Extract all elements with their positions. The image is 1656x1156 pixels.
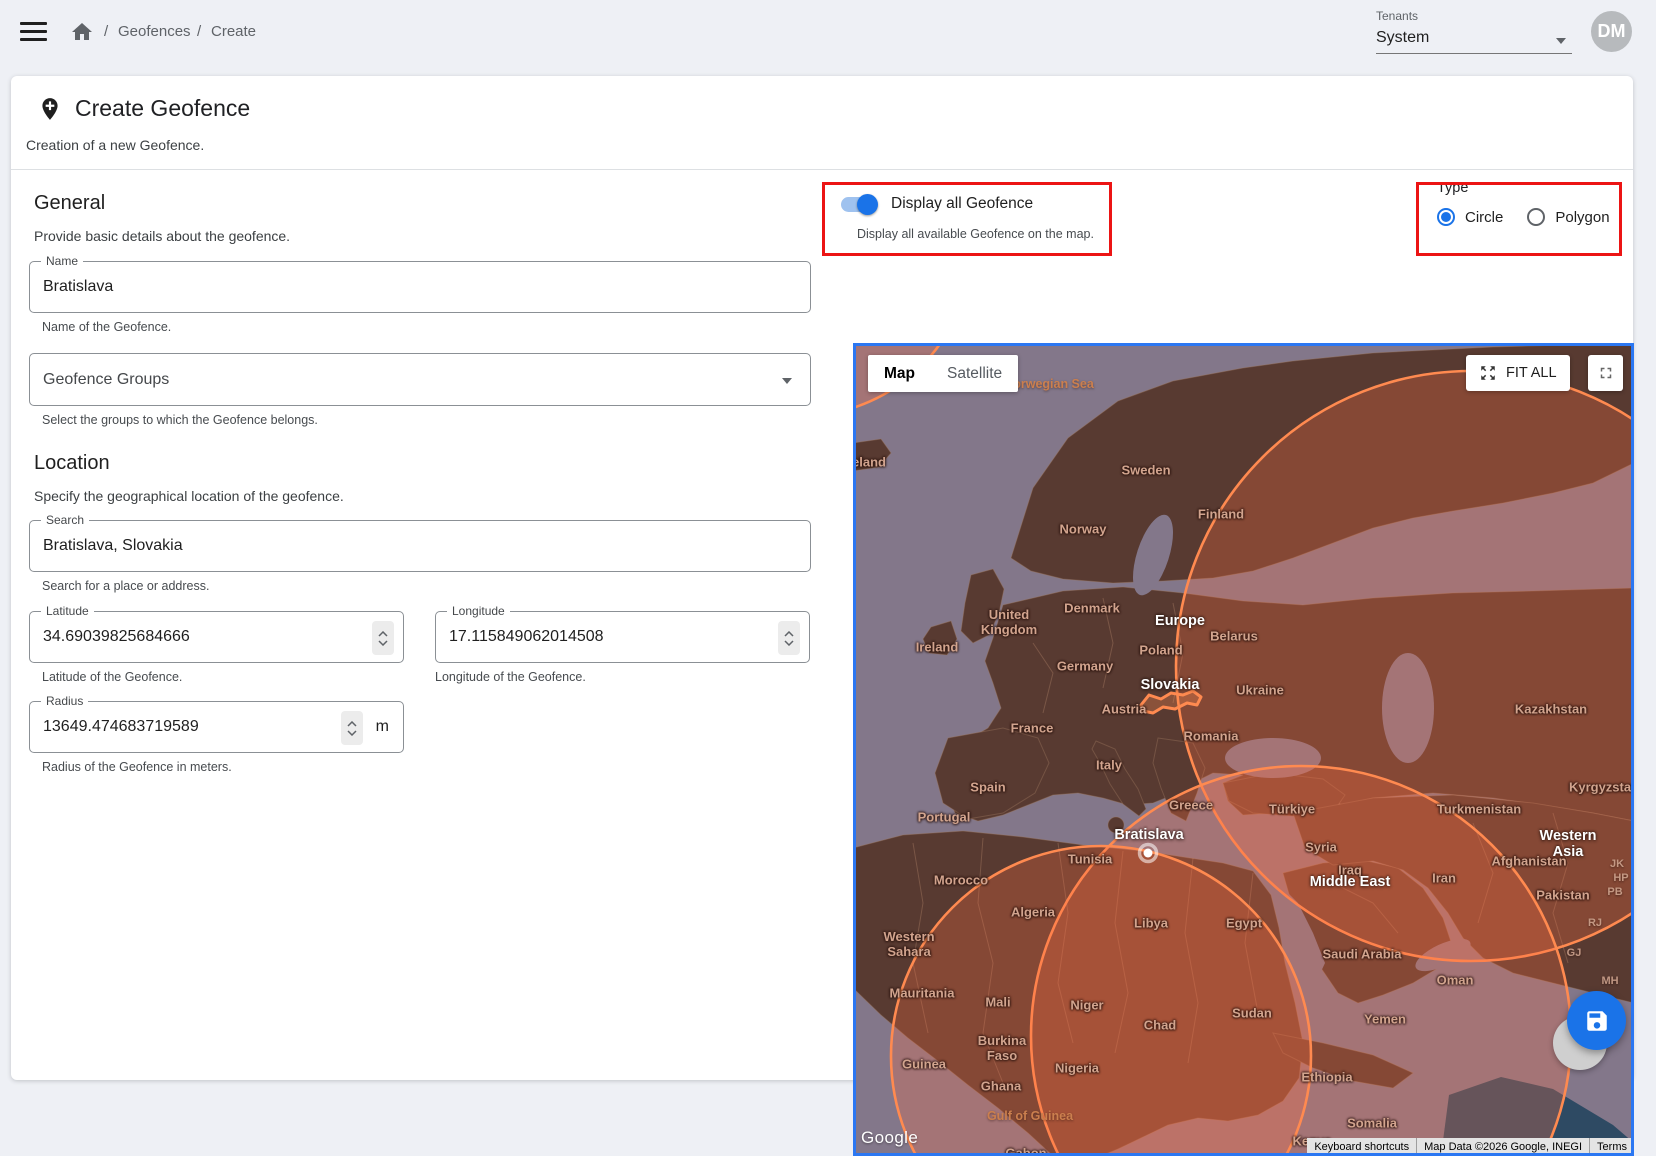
breadcrumb-separator: /: [104, 23, 108, 40]
page-subtitle: Creation of a new Geofence.: [26, 137, 204, 153]
radio-icon: [1437, 208, 1455, 226]
radio-polygon[interactable]: Polygon: [1527, 208, 1609, 226]
radius-helper: Radius of the Geofence in meters.: [42, 760, 811, 774]
search-helper: Search for a place or address.: [42, 579, 811, 593]
search-field[interactable]: Search Bratislava, Slovakia: [29, 520, 811, 572]
radius-field-label: Radius: [41, 694, 88, 708]
number-stepper[interactable]: [341, 711, 363, 745]
breadcrumb-create: Create: [211, 23, 256, 40]
save-icon: [1584, 1008, 1610, 1034]
dropdown-caret-icon: [782, 378, 792, 384]
terms-link[interactable]: Terms: [1589, 1138, 1634, 1156]
number-stepper[interactable]: [778, 621, 800, 655]
latitude-helper: Latitude of the Geofence.: [29, 670, 435, 684]
map-tab[interactable]: Map: [868, 355, 931, 392]
tenant-value: System: [1376, 29, 1429, 47]
geofence-layer: [853, 343, 1634, 1156]
general-heading: General: [34, 192, 811, 215]
latitude-field[interactable]: Latitude 34.69039825684666: [29, 611, 404, 663]
longitude-helper: Longitude of the Geofence.: [435, 670, 586, 684]
radio-icon: [1527, 208, 1545, 226]
add-location-icon: [37, 96, 63, 122]
map-data-text: Map Data ©2026 Google, INEGI: [1416, 1138, 1589, 1156]
geofence-groups-placeholder: Geofence Groups: [43, 371, 169, 389]
longitude-field-label: Longitude: [447, 604, 510, 618]
radius-field[interactable]: Radius 13649.474683719589 m: [29, 701, 404, 753]
google-logo[interactable]: Google: [861, 1128, 918, 1148]
breadcrumb-separator: /: [197, 23, 201, 40]
latitude-field-value: 34.69039825684666: [43, 628, 190, 646]
name-field-value: Bratislava: [43, 278, 113, 296]
page-title: Create Geofence: [75, 95, 250, 122]
longitude-field[interactable]: Longitude 17.115849062014508: [435, 611, 810, 663]
number-stepper[interactable]: [372, 621, 394, 655]
fit-all-button[interactable]: FIT ALL: [1466, 355, 1570, 391]
keyboard-shortcuts-link[interactable]: Keyboard shortcuts: [1307, 1138, 1416, 1156]
type-block: Type Circle Polygon: [1437, 180, 1610, 226]
map-attribution: Keyboard shortcuts Map Data ©2026 Google…: [1307, 1138, 1634, 1156]
location-heading: Location: [34, 452, 811, 475]
fullscreen-icon: [1597, 364, 1615, 382]
avatar[interactable]: DM: [1591, 11, 1632, 52]
display-all-toggle[interactable]: [841, 197, 877, 212]
home-icon[interactable]: [70, 20, 94, 44]
radio-polygon-label: Polygon: [1555, 209, 1609, 226]
map-type-control: Map Satellite: [868, 355, 1018, 392]
name-field-label: Name: [41, 254, 83, 268]
general-description: Provide basic details about the geofence…: [34, 228, 811, 244]
groups-helper: Select the groups to which the Geofence …: [42, 413, 811, 427]
display-all-helper: Display all available Geofence on the ma…: [857, 227, 1119, 241]
breadcrumb-geofences[interactable]: Geofences: [118, 23, 191, 40]
location-description: Specify the geographical location of the…: [34, 488, 811, 504]
name-helper: Name of the Geofence.: [42, 320, 811, 334]
save-fab[interactable]: [1567, 991, 1626, 1050]
radius-field-value: 13649.474683719589: [43, 718, 199, 736]
tenants-label: Tenants: [1376, 9, 1418, 23]
map-canvas[interactable]: Norwegian SeaelandSwedenFinlandNorwayDen…: [853, 343, 1634, 1156]
satellite-tab[interactable]: Satellite: [931, 355, 1018, 392]
type-label: Type: [1437, 180, 1610, 196]
radio-circle-label: Circle: [1465, 209, 1503, 226]
display-all-label: Display all Geofence: [891, 195, 1033, 213]
radius-unit: m: [376, 718, 389, 736]
create-geofence-card: Create Geofence Creation of a new Geofen…: [11, 76, 1633, 1080]
zoom-out-map-icon: [1479, 364, 1497, 382]
latitude-field-label: Latitude: [41, 604, 94, 618]
display-all-block: Display all Geofence Display all availab…: [827, 182, 1119, 241]
fullscreen-button[interactable]: [1588, 355, 1623, 391]
name-field[interactable]: Name Bratislava: [29, 261, 811, 313]
toggle-knob-icon: [857, 194, 878, 215]
search-field-value: Bratislava, Slovakia: [43, 537, 183, 555]
longitude-field-value: 17.115849062014508: [449, 628, 604, 646]
top-bar: / Geofences / Create Tenants System DM: [0, 0, 1656, 63]
menu-icon[interactable]: [20, 22, 47, 41]
geofence-form: General Provide basic details about the …: [29, 169, 811, 774]
dropdown-caret-icon: [1556, 38, 1566, 44]
geofence-groups-select[interactable]: Geofence Groups: [29, 353, 811, 406]
radio-circle[interactable]: Circle: [1437, 208, 1503, 226]
search-field-label: Search: [41, 513, 89, 527]
tenant-select[interactable]: System: [1376, 26, 1572, 54]
fit-all-label: FIT ALL: [1506, 365, 1557, 381]
